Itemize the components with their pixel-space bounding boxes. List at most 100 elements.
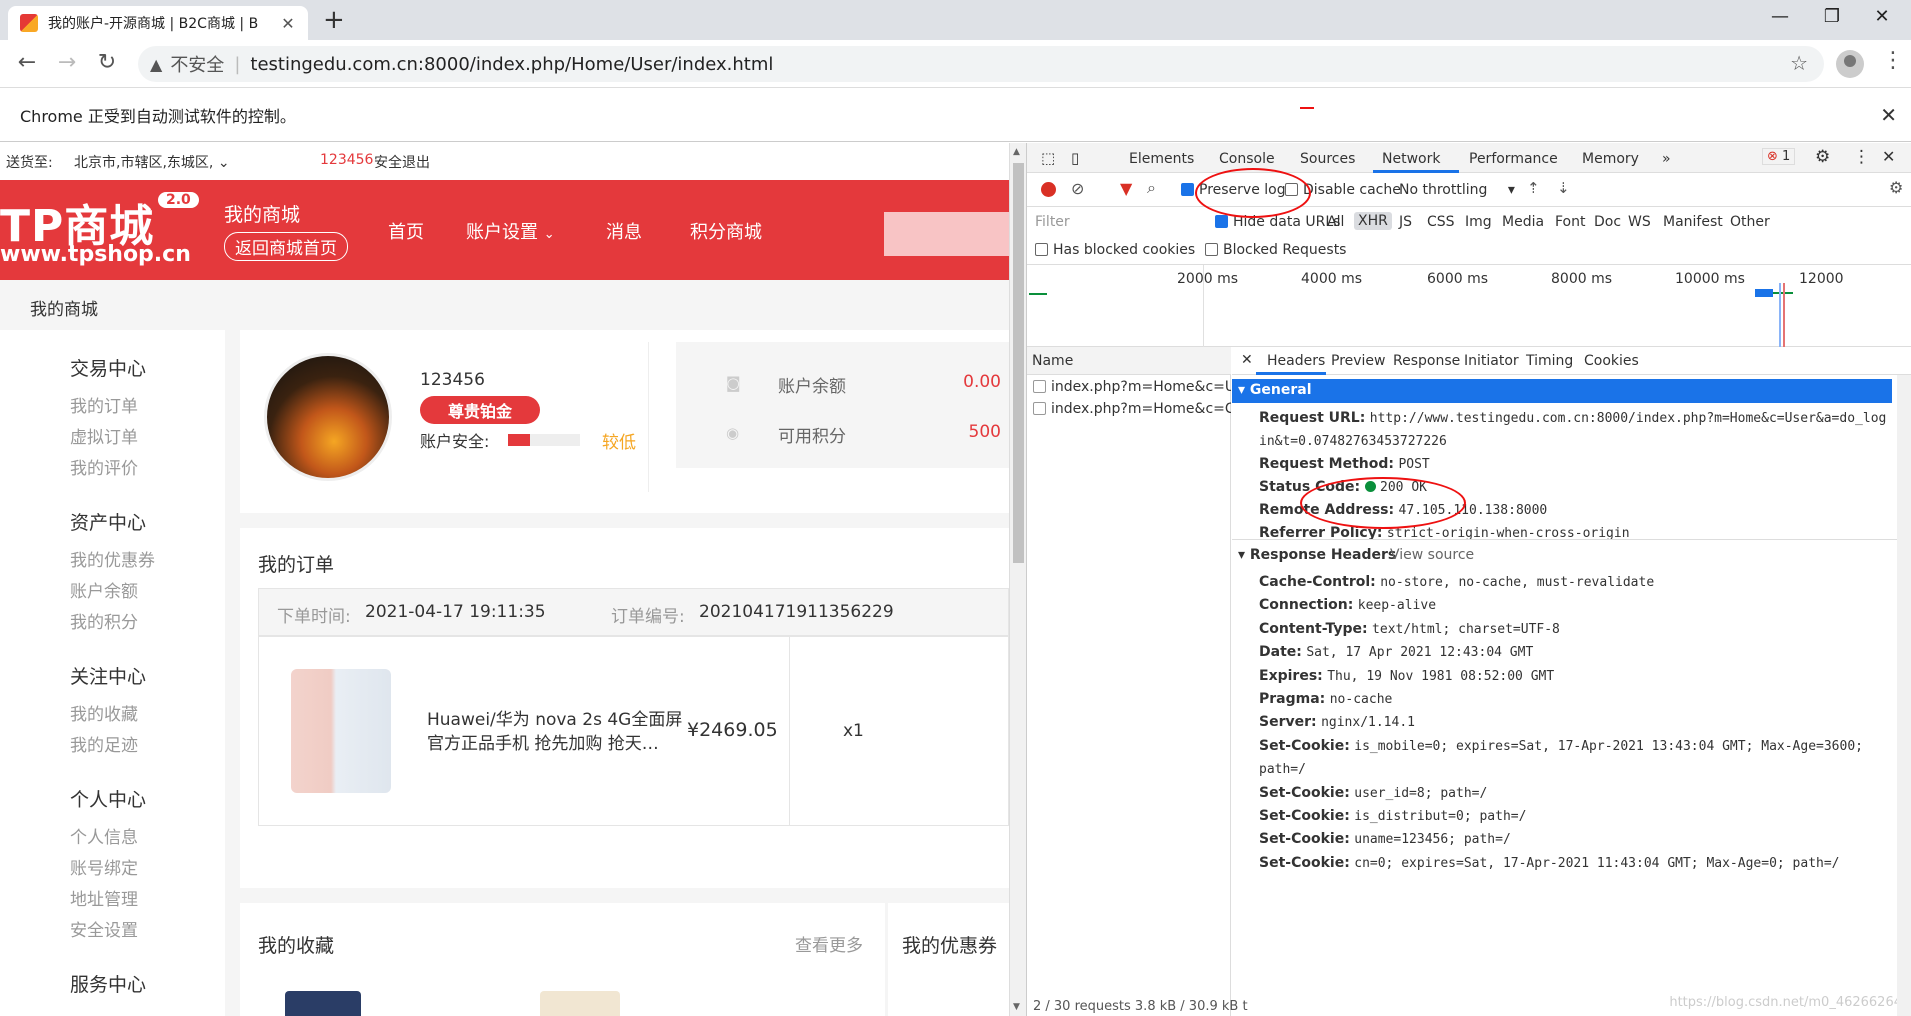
nav-home[interactable]: 首页 [388,218,424,244]
region-selector[interactable]: 北京市,市辖区,东城区, ⌄ [74,152,230,172]
settings-gear-icon[interactable]: ⚙ [1815,147,1830,167]
reload-icon[interactable]: ↻ [92,50,122,75]
detail-tab-cookies[interactable]: Cookies [1584,353,1639,369]
network-timeline[interactable]: 2000 ms 4000 ms 6000 ms 8000 ms 10000 ms… [1027,265,1911,347]
tab-console[interactable]: Console [1219,151,1275,167]
sidebar-item-reviews[interactable]: 我的评价 [70,454,138,479]
bookmark-star-icon[interactable]: ☆ [1790,51,1808,75]
browser-tab[interactable]: 我的账户-开源商城 | B2C商城 | B ✕ [8,6,308,40]
sidebar-item-profile[interactable]: 个人信息 [70,823,138,848]
close-infobar-icon[interactable]: ✕ [1880,103,1897,127]
nav-points-mall[interactable]: 积分商城 [690,218,762,244]
chrome-menu-icon[interactable]: ⋮ [1882,48,1904,73]
profile-avatar-icon[interactable] [1836,50,1864,78]
detail-tab-initiator[interactable]: Initiator [1464,353,1519,369]
tab-memory[interactable]: Memory [1582,151,1639,167]
detail-tab-response[interactable]: Response [1393,353,1460,369]
sidebar-item-orders[interactable]: 我的订单 [70,392,138,417]
order-number[interactable]: 202104171911356229 [699,602,894,622]
close-details-icon[interactable]: ✕ [1241,352,1253,368]
product-title-line1[interactable]: Huawei/华为 nova 2s 4G全面屏 [427,705,682,730]
sidebar-item-history[interactable]: 我的足迹 [70,731,138,756]
back-icon[interactable]: ← [12,50,42,75]
scrollbar-thumb[interactable] [1013,163,1024,563]
type-media[interactable]: Media [1502,214,1544,230]
detail-tab-headers[interactable]: Headers [1267,353,1325,369]
type-other[interactable]: Other [1730,214,1770,230]
name-column-header[interactable]: Name [1032,353,1073,369]
view-source-link[interactable]: View source [1390,547,1474,563]
devtools-menu-icon[interactable]: ⋮ [1853,147,1870,167]
filter-input[interactable]: Filter [1033,213,1203,233]
maximize-icon[interactable]: ❐ [1812,6,1852,27]
type-xhr[interactable]: XHR [1354,212,1392,230]
import-har-icon[interactable]: ⇡ [1527,179,1540,197]
filter-icon[interactable]: ▼ [1120,179,1132,198]
view-more-link[interactable]: 查看更多 [795,931,863,956]
type-ws[interactable]: WS [1628,214,1651,230]
sidebar-item-virtual-orders[interactable]: 虚拟订单 [70,423,138,448]
request-row[interactable]: index.php?m=Home&c=Cart... [1027,399,1231,421]
has-blocked-cookies-checkbox[interactable]: Has blocked cookies [1035,242,1195,258]
nav-messages[interactable]: 消息 [606,218,642,244]
favorite-item-image[interactable] [285,991,361,1016]
type-img[interactable]: Img [1465,214,1492,230]
record-icon[interactable] [1041,182,1056,197]
tab-sources[interactable]: Sources [1300,151,1355,167]
header-row: Set-Cookie: is_distribut=0; path=/ [1259,808,1527,825]
detail-tab-preview[interactable]: Preview [1331,353,1386,369]
product-image[interactable] [291,669,391,793]
nav-account-settings[interactable]: 账户设置 ⌄ [466,218,555,244]
balance-value[interactable]: 0.00 [963,372,1001,392]
device-toggle-icon[interactable]: ▯ [1071,149,1079,167]
tab-network[interactable]: Network [1382,151,1440,167]
header-search-box[interactable] [884,212,1009,256]
sidebar-item-address[interactable]: 地址管理 [70,885,138,910]
more-tabs-icon[interactable]: » [1662,151,1671,167]
tab-elements[interactable]: Elements [1129,151,1194,167]
address-bar[interactable]: ▲ 不安全 | testingedu.com.cn:8000/index.php… [138,46,1824,82]
sidebar-item-binding[interactable]: 账号绑定 [70,854,138,879]
type-all[interactable]: All [1327,214,1344,230]
sidebar-item-favorites[interactable]: 我的收藏 [70,700,138,725]
points-value[interactable]: 500 [969,422,1001,442]
sidebar-item-balance[interactable]: 账户余额 [70,577,138,602]
error-counter[interactable]: ⊗ 1 [1762,148,1796,165]
type-doc[interactable]: Doc [1594,214,1621,230]
network-settings-icon[interactable]: ⚙ [1889,178,1903,197]
blocked-requests-checkbox[interactable]: Blocked Requests [1205,242,1346,258]
detail-tab-timing[interactable]: Timing [1526,353,1573,369]
favorites-card: 我的收藏 查看更多 [240,903,885,1016]
general-section-header[interactable]: ▾ General [1232,379,1892,403]
back-home-button[interactable]: 返回商城首页 [224,232,348,261]
new-tab-button[interactable]: + [323,6,345,34]
type-js[interactable]: JS [1399,214,1412,230]
request-row[interactable]: index.php?m=Home&c=User... [1027,377,1231,399]
tab-performance[interactable]: Performance [1469,151,1558,167]
details-scrollbar[interactable] [1897,375,1911,1016]
response-headers-section-header[interactable]: ▾ Response Headers [1238,547,1396,563]
product-title-line2[interactable]: 官方正品手机 抢先加购 抢天… [427,729,659,754]
sidebar-item-security[interactable]: 安全设置 [70,916,138,941]
forward-icon[interactable]: → [52,50,82,75]
search-icon[interactable]: ⌕ [1147,178,1156,198]
type-manifest[interactable]: Manifest [1663,214,1723,230]
inspect-icon[interactable]: ⬚ [1041,149,1055,167]
type-font[interactable]: Font [1555,214,1585,230]
close-devtools-icon[interactable]: ✕ [1882,147,1895,166]
type-css[interactable]: CSS [1427,214,1455,230]
close-tab-icon[interactable]: ✕ [280,14,296,33]
username-link[interactable]: 123456 [320,152,373,168]
logout-link[interactable]: 安全退出 [374,152,430,172]
header-row: Request URL: http://www.testingedu.com.c… [1259,410,1887,449]
export-har-icon[interactable]: ⇣ [1557,179,1570,197]
close-window-icon[interactable]: ✕ [1862,6,1902,27]
sidebar-item-coupons[interactable]: 我的优惠券 [70,546,155,571]
throttling-select[interactable]: No throttling ▾ [1399,182,1515,198]
clear-icon[interactable]: ⊘ [1071,179,1084,198]
favorite-item-image[interactable] [540,991,620,1016]
page-scrollbar[interactable]: ▲ ▼ [1009,143,1026,1016]
minimize-icon[interactable]: — [1760,6,1800,27]
sidebar-item-points[interactable]: 我的积分 [70,608,138,633]
user-avatar[interactable] [264,353,392,481]
